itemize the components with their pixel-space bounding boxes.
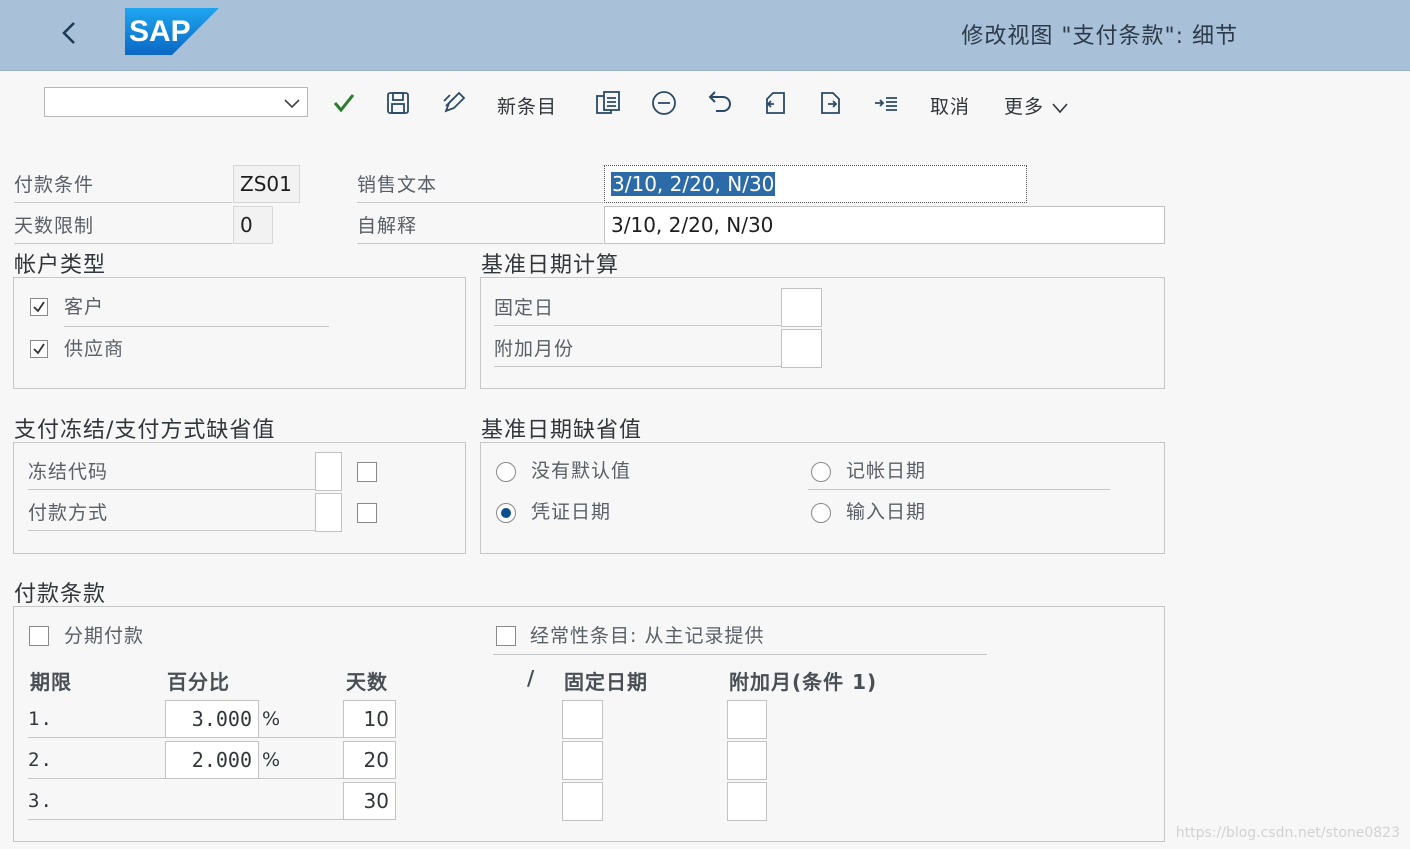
sales-text-value: 3/10, 2/20, N/30 <box>611 172 776 196</box>
payment-terms-title: 付款条款 <box>14 582 107 607</box>
command-field[interactable] <box>44 87 308 117</box>
more-button[interactable]: 更多 <box>1004 92 1069 119</box>
select-icon[interactable] <box>872 89 900 117</box>
customer-label: 客户 <box>64 288 329 327</box>
no-default-radio[interactable] <box>496 462 516 482</box>
col-extra-month-header: 附加月(条件 1) <box>729 670 878 694</box>
watermark: https://blog.csdn.net/stone0823 <box>1175 825 1400 841</box>
customer-checkbox[interactable] <box>30 298 48 316</box>
extra-months-label: 附加月份 <box>494 330 781 367</box>
term-row-3-fixed-date[interactable] <box>562 782 603 821</box>
chevron-down-icon <box>1052 102 1068 113</box>
block-key-field[interactable] <box>315 452 342 491</box>
sales-text-field[interactable]: 3/10, 2/20, N/30 <box>604 165 1027 203</box>
payment-terms-label: 付款条件 <box>14 166 232 203</box>
new-entries-button[interactable]: 新条目 <box>497 92 557 119</box>
payment-method-field[interactable] <box>315 493 342 532</box>
no-default-label: 没有默认值 <box>531 460 632 482</box>
entry-date-radio[interactable] <box>811 503 831 523</box>
posting-date-label: 记帐日期 <box>808 452 1110 490</box>
vendor-checkbox[interactable] <box>30 340 48 358</box>
baseline-calc-title: 基准日期计算 <box>481 253 620 278</box>
fixed-day-field[interactable] <box>781 288 822 327</box>
col-fixed-date-header: 固定日期 <box>564 670 648 694</box>
chevron-down-icon[interactable] <box>283 94 301 112</box>
previous-entry-icon[interactable] <box>762 89 790 117</box>
payment-method-checkbox[interactable] <box>357 503 377 523</box>
day-limit-field[interactable]: 0 <box>233 206 273 244</box>
edit-icon[interactable] <box>440 89 468 117</box>
delete-icon[interactable] <box>650 89 678 117</box>
term-row-2-extra-month[interactable] <box>727 741 767 780</box>
check-icon <box>33 343 45 355</box>
recurring-label: 经常性条目: 从主记录提供 <box>493 617 987 655</box>
block-key-checkbox[interactable] <box>357 462 377 482</box>
sales-text-label: 销售文本 <box>357 166 603 203</box>
explanation-field[interactable]: 3/10, 2/20, N/30 <box>604 206 1165 244</box>
installment-checkbox[interactable] <box>29 626 49 646</box>
entry-date-label: 输入日期 <box>846 501 927 523</box>
term-row-3-label: 3. <box>28 782 343 820</box>
col-percent-header: 百分比 <box>167 670 230 694</box>
percent-sign: % <box>262 708 282 730</box>
fixed-day-label: 固定日 <box>494 289 781 326</box>
term-row-1-percent[interactable]: 3.000 <box>165 700 259 738</box>
payment-method-label: 付款方式 <box>28 494 315 531</box>
term-row-1-fixed-date[interactable] <box>562 700 603 739</box>
term-row-1-extra-month[interactable] <box>727 700 767 739</box>
back-button[interactable] <box>52 15 88 51</box>
installment-label: 分期付款 <box>64 625 145 647</box>
col-slash-header: / <box>527 666 536 690</box>
term-row-2-days[interactable]: 20 <box>343 741 396 779</box>
account-type-title: 帐户类型 <box>14 253 107 278</box>
payment-block-title: 支付冻结/支付方式缺省值 <box>14 418 276 443</box>
document-date-label: 凭证日期 <box>531 501 612 523</box>
col-days-header: 天数 <box>346 670 388 694</box>
payment-terms-field[interactable]: ZS01 <box>233 165 300 203</box>
block-key-label: 冻结代码 <box>28 453 315 490</box>
extra-months-field[interactable] <box>781 329 822 368</box>
cancel-button[interactable]: 取消 <box>930 92 970 119</box>
baseline-default-title: 基准日期缺省值 <box>481 418 643 443</box>
term-row-3-days[interactable]: 30 <box>343 782 396 820</box>
svg-text:SAP: SAP <box>129 15 191 48</box>
copy-icon[interactable] <box>594 89 622 117</box>
next-entry-icon[interactable] <box>816 89 844 117</box>
chevron-left-icon <box>62 22 75 44</box>
more-label: 更多 <box>1004 96 1045 118</box>
check-icon <box>33 301 45 313</box>
term-row-3-extra-month[interactable] <box>727 782 767 821</box>
day-limit-label: 天数限制 <box>14 207 232 244</box>
term-row-2-percent[interactable]: 2.000 <box>165 741 259 779</box>
save-icon[interactable] <box>384 89 412 117</box>
col-term-header: 期限 <box>30 670 72 694</box>
page-title: 修改视图 "支付条款": 细节 <box>961 24 1238 49</box>
check-icon[interactable] <box>330 89 358 117</box>
term-row-1-days[interactable]: 10 <box>343 700 396 738</box>
document-date-radio[interactable] <box>496 503 516 523</box>
term-row-2-fixed-date[interactable] <box>562 741 603 780</box>
sap-logo: SAP <box>125 8 219 55</box>
vendor-label: 供应商 <box>64 338 125 360</box>
undo-icon[interactable] <box>706 89 734 117</box>
explanation-label: 自解释 <box>357 207 603 244</box>
percent-sign: % <box>262 749 282 771</box>
